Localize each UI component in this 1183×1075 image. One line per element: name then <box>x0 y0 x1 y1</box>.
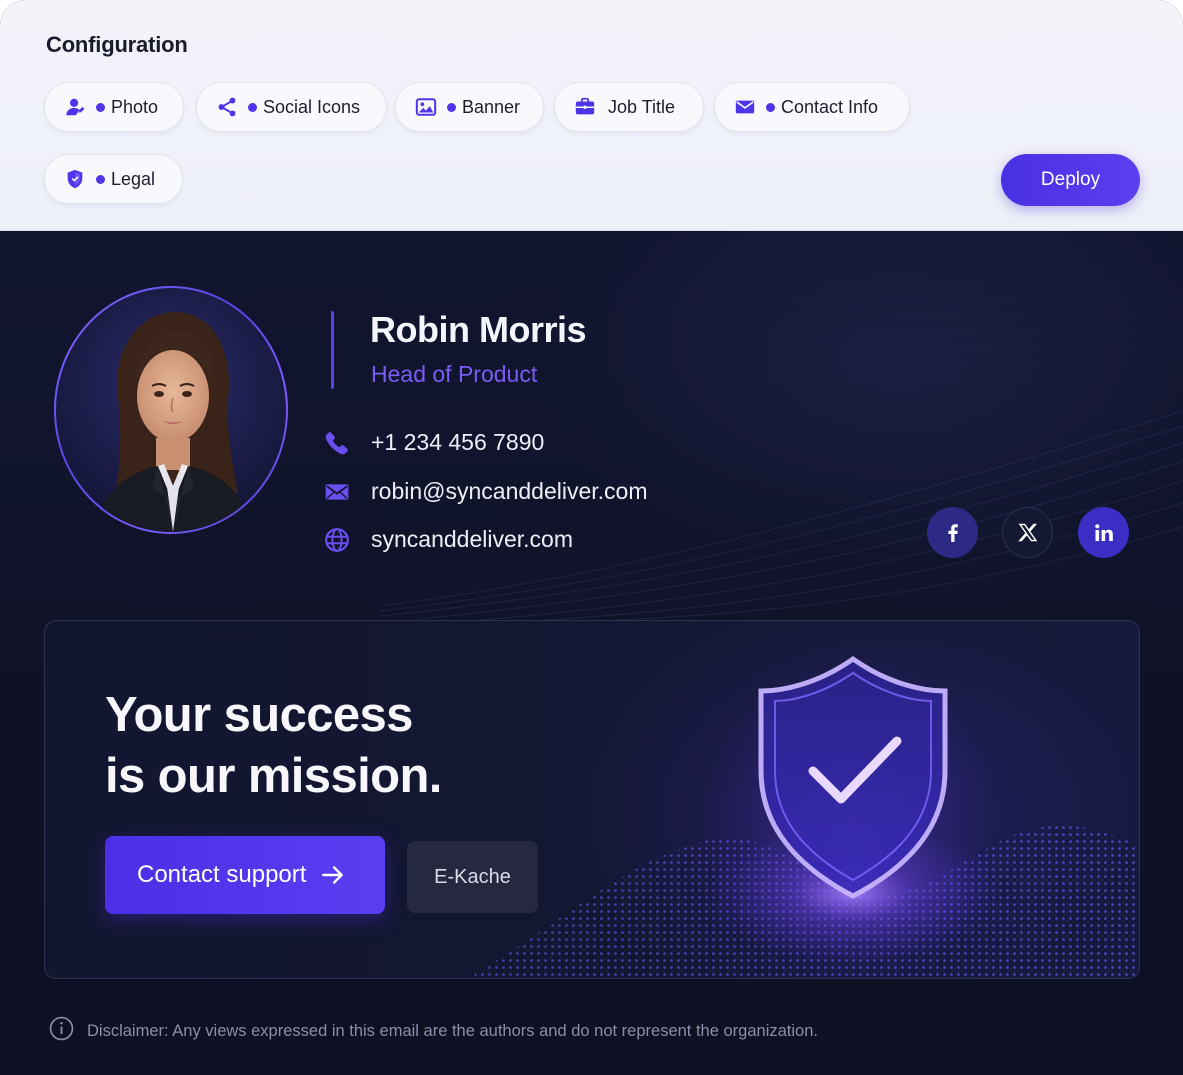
banner-headline: Your success is our mission. <box>105 685 442 807</box>
chip-contact-info[interactable]: Contact Info <box>714 82 910 132</box>
chip-label: Legal <box>111 168 156 189</box>
contact-email[interactable]: robin@syncanddeliver.com <box>324 478 647 505</box>
chip-label: Photo <box>111 96 159 117</box>
status-dot <box>248 102 257 112</box>
globe-icon <box>324 527 350 553</box>
cta-label: Contact support <box>137 861 307 888</box>
shield-icon <box>64 168 86 190</box>
phone-icon <box>324 430 350 456</box>
chip-label: Contact Info <box>781 96 879 117</box>
email-signature-editor: Configuration Photo Social Icons Banner <box>0 0 1183 1075</box>
legal-disclaimer: Disclaimer: Any views expressed in this … <box>49 1016 818 1046</box>
phone-number: +1 234 456 7890 <box>371 429 545 455</box>
envelope-icon <box>734 96 756 118</box>
portrait-illustration <box>96 312 250 532</box>
promo-banner: Your success is our mission. Contact sup… <box>44 620 1140 979</box>
status-dot <box>96 102 105 112</box>
linkedin-icon <box>1094 523 1113 541</box>
x-button[interactable] <box>1002 507 1053 558</box>
avatar <box>56 288 286 532</box>
disclaimer-text: Disclaimer: Any views expressed in this … <box>87 1021 818 1040</box>
deploy-button[interactable]: Deploy <box>1001 154 1140 206</box>
signature-name: Robin Morris <box>370 309 587 350</box>
chip-photo[interactable]: Photo <box>44 82 184 132</box>
status-dot <box>447 102 456 112</box>
facebook-button[interactable] <box>927 507 978 558</box>
email-address: robin@syncanddeliver.com <box>371 478 648 504</box>
signature-job-title: Head of Product <box>371 361 538 387</box>
user-icon <box>64 96 86 118</box>
status-dot <box>766 102 775 112</box>
e-kache-button[interactable]: E-Kache <box>407 841 538 913</box>
chip-legal[interactable]: Legal <box>44 154 183 204</box>
status-dot <box>96 174 105 184</box>
linkedin-button[interactable] <box>1078 507 1129 558</box>
x-icon <box>1017 523 1037 541</box>
briefcase-icon <box>574 96 596 118</box>
contact-phone[interactable]: +1 234 456 7890 <box>324 429 544 456</box>
share-icon <box>216 96 238 118</box>
accent-divider <box>331 311 334 389</box>
arrow-right-icon <box>320 862 346 888</box>
info-icon <box>49 1016 74 1046</box>
image-icon <box>415 96 437 118</box>
configuration-panel: Configuration Photo Social Icons Banner <box>0 0 1183 231</box>
contact-support-button[interactable]: Contact support <box>105 836 385 914</box>
configuration-title: Configuration <box>46 32 188 57</box>
website-url: syncanddeliver.com <box>371 526 573 552</box>
chip-label: Banner <box>462 96 521 117</box>
chip-banner[interactable]: Banner <box>395 82 544 132</box>
chip-label: Job Title <box>608 96 676 117</box>
headline-line-1: Your success <box>105 688 413 742</box>
chip-job-title[interactable]: Job Title <box>554 82 704 132</box>
envelope-icon <box>324 479 350 505</box>
facebook-icon <box>947 523 958 542</box>
chip-label: Social Icons <box>263 96 361 117</box>
signature-preview: Robin Morris Head of Product +1 234 456 … <box>0 231 1183 1075</box>
contact-website[interactable]: syncanddeliver.com <box>324 526 573 553</box>
profile-photo[interactable] <box>54 286 288 534</box>
headline-line-2: is our mission. <box>105 749 442 803</box>
chip-social-icons[interactable]: Social Icons <box>196 82 387 132</box>
